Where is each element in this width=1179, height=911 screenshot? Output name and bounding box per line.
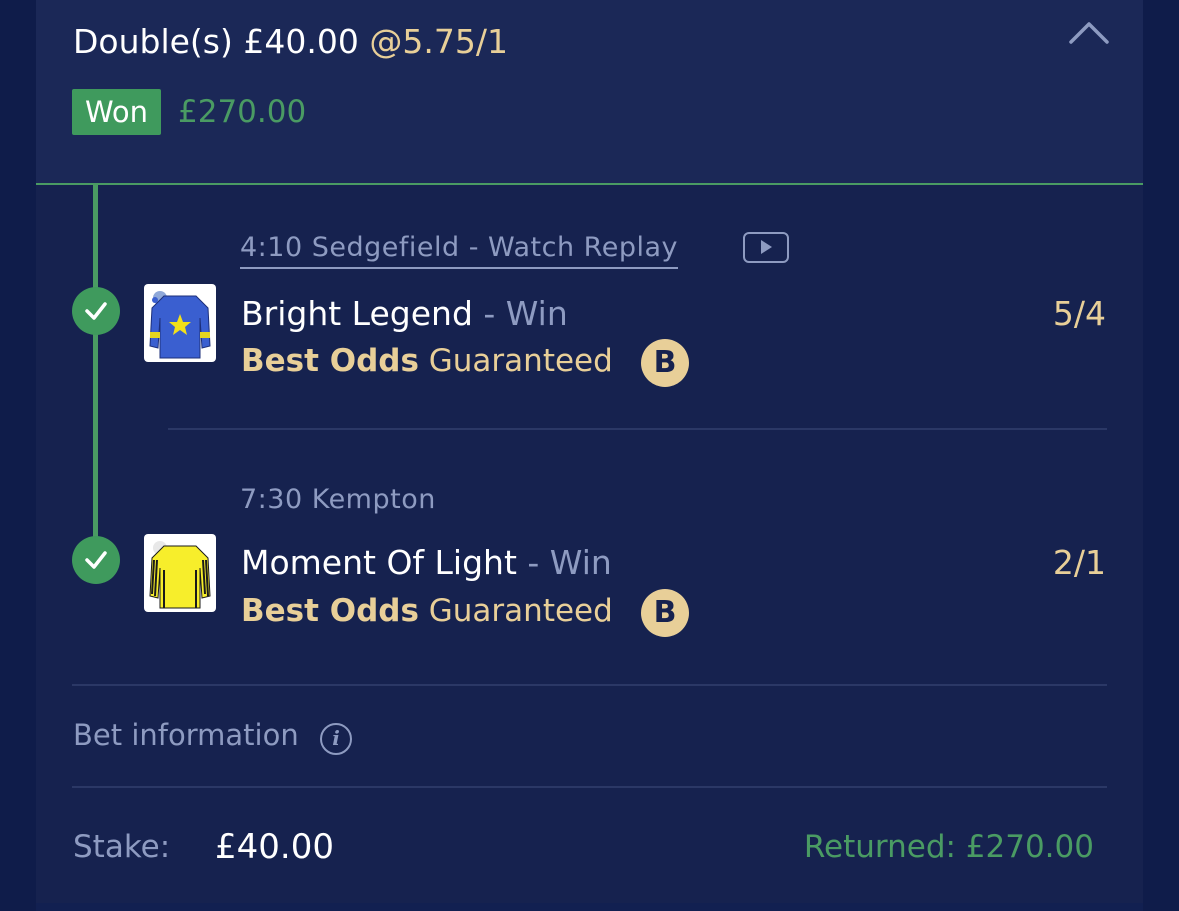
right-margin bbox=[1143, 0, 1179, 911]
info-icon[interactable]: i bbox=[320, 723, 352, 755]
promo-bold: Best Odds bbox=[241, 343, 419, 379]
bet-odds: @5.75/1 bbox=[369, 22, 508, 61]
chevron-up-icon[interactable] bbox=[1068, 20, 1110, 46]
market-name: - Win bbox=[472, 294, 568, 333]
leg-1-selection: Bright Legend - Win bbox=[241, 294, 568, 333]
leg-1-price: 5/4 bbox=[1052, 294, 1106, 333]
returned-amount: Returned: £270.00 bbox=[803, 829, 1094, 865]
market-name: - Win bbox=[516, 543, 612, 582]
leg-timeline bbox=[93, 185, 98, 559]
stake-value: £40.00 bbox=[215, 827, 334, 867]
section-divider bbox=[72, 684, 1107, 686]
boost-b-icon: B bbox=[641, 339, 689, 387]
bet-type-stake: Double(s) £40.00 bbox=[73, 22, 359, 61]
bet-title: Double(s) £40.00 @5.75/1 bbox=[73, 22, 508, 61]
leg-2-selection: Moment Of Light - Win bbox=[241, 543, 612, 582]
bet-information-label[interactable]: Bet information bbox=[73, 718, 299, 752]
watch-replay-link[interactable]: 4:10 Sedgefield - Watch Replay bbox=[240, 232, 678, 269]
left-margin bbox=[0, 0, 36, 911]
stake-label: Stake: bbox=[73, 829, 171, 865]
leg-2-race: 7:30 Kempton bbox=[240, 484, 436, 515]
best-odds-guaranteed: Best Odds Guaranteed bbox=[241, 343, 613, 379]
promo-bold: Best Odds bbox=[241, 593, 419, 629]
leg-1-race[interactable]: 4:10 Sedgefield - Watch Replay bbox=[240, 232, 678, 269]
jockey-silk-icon bbox=[144, 284, 216, 362]
boost-b-icon: B bbox=[641, 589, 689, 637]
selection-name: Bright Legend bbox=[241, 294, 473, 333]
panel-bottom-edge bbox=[36, 903, 1143, 911]
header-divider bbox=[36, 183, 1143, 185]
check-icon bbox=[72, 536, 120, 584]
leg-2-price: 2/1 bbox=[1052, 543, 1106, 582]
play-replay-icon[interactable] bbox=[743, 232, 789, 263]
leg-divider bbox=[168, 428, 1107, 430]
promo-rest: Guaranteed bbox=[418, 593, 613, 629]
best-odds-guaranteed: Best Odds Guaranteed bbox=[241, 593, 613, 629]
status-badge: Won bbox=[72, 89, 161, 135]
section-divider bbox=[72, 786, 1107, 788]
won-amount: £270.00 bbox=[178, 94, 307, 130]
jockey-silk-icon bbox=[144, 534, 216, 612]
promo-rest: Guaranteed bbox=[418, 343, 613, 379]
selection-name: Moment Of Light bbox=[241, 543, 517, 582]
check-icon bbox=[72, 287, 120, 335]
